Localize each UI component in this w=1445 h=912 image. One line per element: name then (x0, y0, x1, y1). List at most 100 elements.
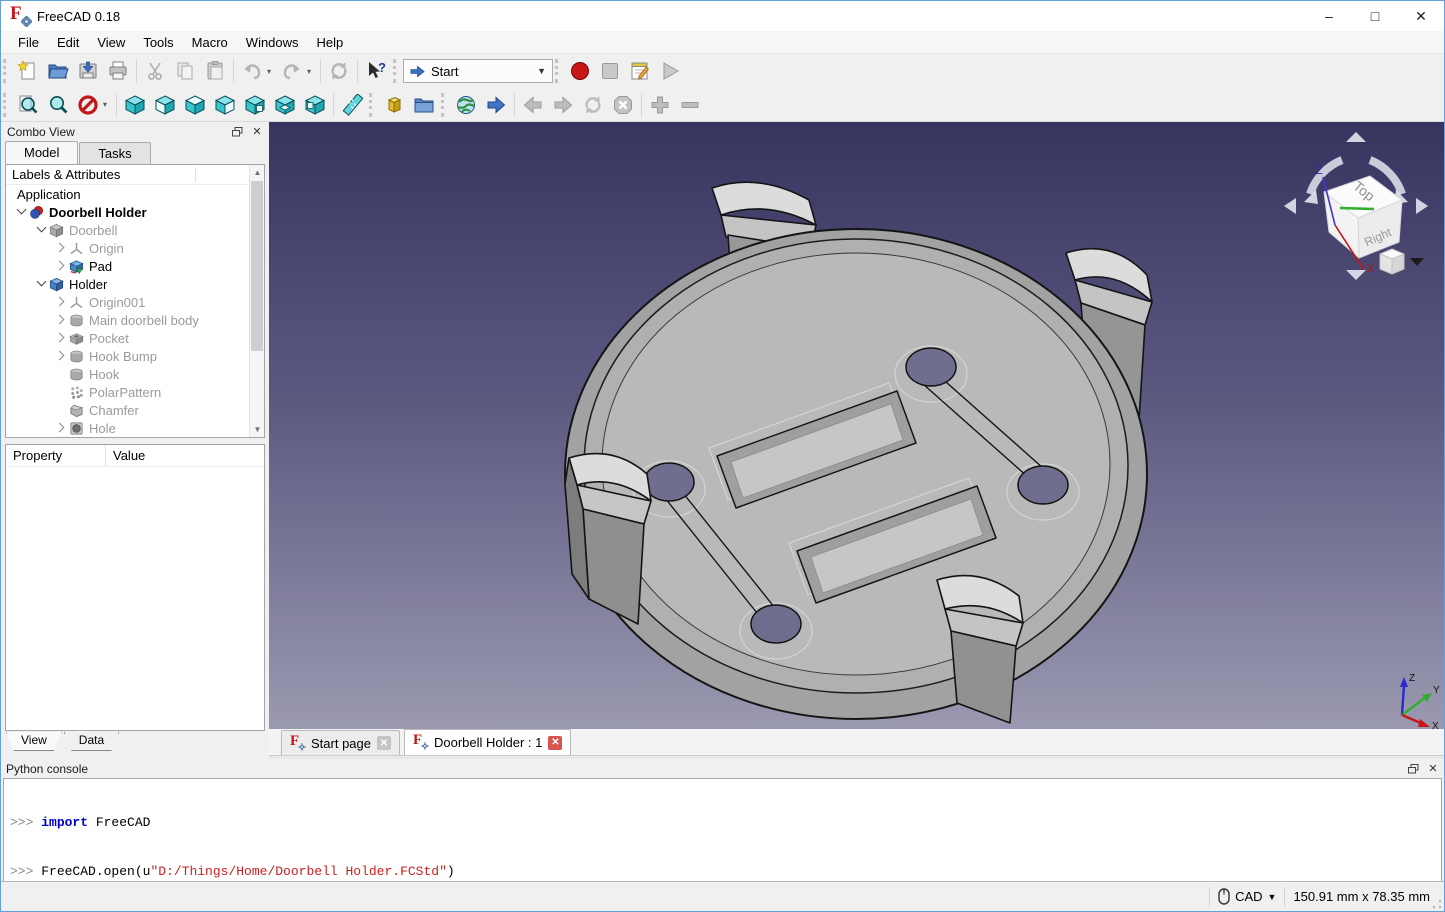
tree-item-hole[interactable]: Hole (6, 419, 264, 437)
copy-button[interactable] (170, 56, 200, 86)
macro-play-button[interactable] (655, 56, 685, 86)
rear-view-button[interactable] (240, 90, 270, 120)
tree-item-origin001[interactable]: Origin001 (6, 293, 264, 311)
zoom-out-button[interactable] (675, 90, 705, 120)
tree-item-doorbell-holder[interactable]: Doorbell Holder (6, 203, 264, 221)
close-panel-icon[interactable]: ✕ (250, 125, 264, 139)
close-panel-icon[interactable]: ✕ (1426, 762, 1440, 776)
chevron-down-icon[interactable] (34, 277, 48, 291)
macro-record-button[interactable] (565, 56, 595, 86)
3d-viewport[interactable]: Top Right Z X (269, 122, 1444, 729)
close-button[interactable]: ✕ (1398, 1, 1444, 31)
toolbar-drag-handle[interactable] (441, 93, 449, 117)
menu-view[interactable]: View (88, 33, 134, 52)
chevron-right-icon[interactable] (54, 331, 68, 345)
new-document-button[interactable] (13, 56, 43, 86)
nav-back-button[interactable] (518, 90, 548, 120)
toolbar-drag-handle[interactable] (369, 93, 377, 117)
web-home-button[interactable] (451, 90, 481, 120)
nav-forward-button[interactable] (548, 90, 578, 120)
fit-all-button[interactable] (13, 90, 43, 120)
macro-edit-button[interactable] (625, 56, 655, 86)
float-panel-icon[interactable] (230, 125, 244, 139)
redo-dropdown-arrow[interactable]: ▾ (307, 67, 317, 76)
cut-button[interactable] (140, 56, 170, 86)
float-panel-icon[interactable] (1406, 762, 1420, 776)
toolbar-drag-handle[interactable] (393, 59, 401, 83)
tree-item-pocket[interactable]: Pocket (6, 329, 264, 347)
chevron-right-icon[interactable] (54, 349, 68, 363)
close-tab-icon[interactable]: ✕ (377, 736, 391, 750)
part-button[interactable] (379, 90, 409, 120)
toolbar-drag-handle[interactable] (3, 93, 11, 117)
tab-model[interactable]: Model (5, 141, 78, 164)
tab-doorbell-holder[interactable]: F Doorbell Holder : 1 ✕ (404, 729, 571, 755)
resize-grip[interactable] (1432, 899, 1442, 909)
minimize-button[interactable]: – (1306, 1, 1352, 31)
scroll-down-icon[interactable]: ▼ (250, 422, 265, 437)
nav-stop-button[interactable] (608, 90, 638, 120)
chevron-right-icon[interactable] (54, 295, 68, 309)
chevron-right-icon[interactable] (54, 313, 68, 327)
right-view-button[interactable] (210, 90, 240, 120)
tree-item-application[interactable]: Application (6, 185, 264, 203)
tree-item-hook[interactable]: Hook (6, 365, 264, 383)
toolbar-drag-handle[interactable] (3, 59, 11, 83)
chevron-right-icon[interactable] (54, 421, 68, 435)
undo-dropdown-arrow[interactable]: ▾ (267, 67, 277, 76)
undo-button[interactable] (237, 56, 267, 86)
navigation-style-selector[interactable]: CAD ▼ (1218, 888, 1276, 905)
open-browser-button[interactable] (481, 90, 511, 120)
top-view-button[interactable] (180, 90, 210, 120)
fit-selection-button[interactable] (43, 90, 73, 120)
chevron-right-icon[interactable] (54, 259, 68, 273)
menu-macro[interactable]: Macro (183, 33, 237, 52)
left-view-button[interactable] (300, 90, 330, 120)
make-group-button[interactable] (409, 90, 439, 120)
save-document-button[interactable] (73, 56, 103, 86)
close-tab-icon[interactable]: ✕ (548, 736, 562, 750)
menu-windows[interactable]: Windows (237, 33, 308, 52)
redo-button[interactable] (277, 56, 307, 86)
front-view-button[interactable] (150, 90, 180, 120)
chevron-down-icon[interactable] (14, 205, 28, 219)
paste-button[interactable] (200, 56, 230, 86)
measure-distance-button[interactable] (337, 90, 367, 120)
tree-item-holder[interactable]: Holder (6, 275, 264, 293)
workbench-selector[interactable]: Start ▼ (403, 59, 553, 83)
macro-stop-button[interactable] (595, 56, 625, 86)
chevron-right-icon[interactable] (54, 241, 68, 255)
menu-edit[interactable]: Edit (48, 33, 88, 52)
tree-item-origin[interactable]: Origin (6, 239, 264, 257)
tab-start-page[interactable]: F Start page ✕ (281, 730, 400, 755)
open-document-button[interactable] (43, 56, 73, 86)
tree-item-hook-bump[interactable]: Hook Bump (6, 347, 264, 365)
tab-tasks[interactable]: Tasks (79, 142, 150, 164)
menu-help[interactable]: Help (308, 33, 353, 52)
tree-item-chamfer[interactable]: Chamfer (6, 401, 264, 419)
whats-this-button[interactable]: ? (361, 56, 391, 86)
refresh-button[interactable] (324, 56, 354, 86)
tab-view[interactable]: View (6, 732, 62, 751)
nav-refresh-button[interactable] (578, 90, 608, 120)
print-button[interactable] (103, 56, 133, 86)
chevron-down-icon[interactable] (34, 223, 48, 237)
scrollbar-thumb[interactable] (251, 181, 263, 351)
menu-tools[interactable]: Tools (134, 33, 182, 52)
maximize-button[interactable]: □ (1352, 1, 1398, 31)
bottom-view-button[interactable] (270, 90, 300, 120)
tree-item-main-doorbell-body[interactable]: Main doorbell body (6, 311, 264, 329)
menu-file[interactable]: File (9, 33, 48, 52)
axonometric-view-button[interactable] (120, 90, 150, 120)
python-console-input[interactable]: >>> import FreeCAD >>> FreeCAD.open(u"D:… (3, 778, 1442, 882)
toolbar-drag-handle[interactable] (555, 59, 563, 83)
tree-item-polarpattern[interactable]: PolarPattern (6, 383, 264, 401)
tree-item-pad[interactable]: Pad (6, 257, 264, 275)
draw-style-button[interactable] (73, 90, 103, 120)
tree-scrollbar[interactable]: ▲ ▼ (249, 165, 264, 437)
doorbell-holder-model[interactable] (269, 122, 1444, 729)
tree-item-doorbell[interactable]: Doorbell (6, 221, 264, 239)
draw-style-dropdown-arrow[interactable]: ▾ (103, 100, 113, 109)
scroll-up-icon[interactable]: ▲ (250, 165, 265, 180)
navigation-cube[interactable]: Top Right Z X (1280, 130, 1432, 282)
